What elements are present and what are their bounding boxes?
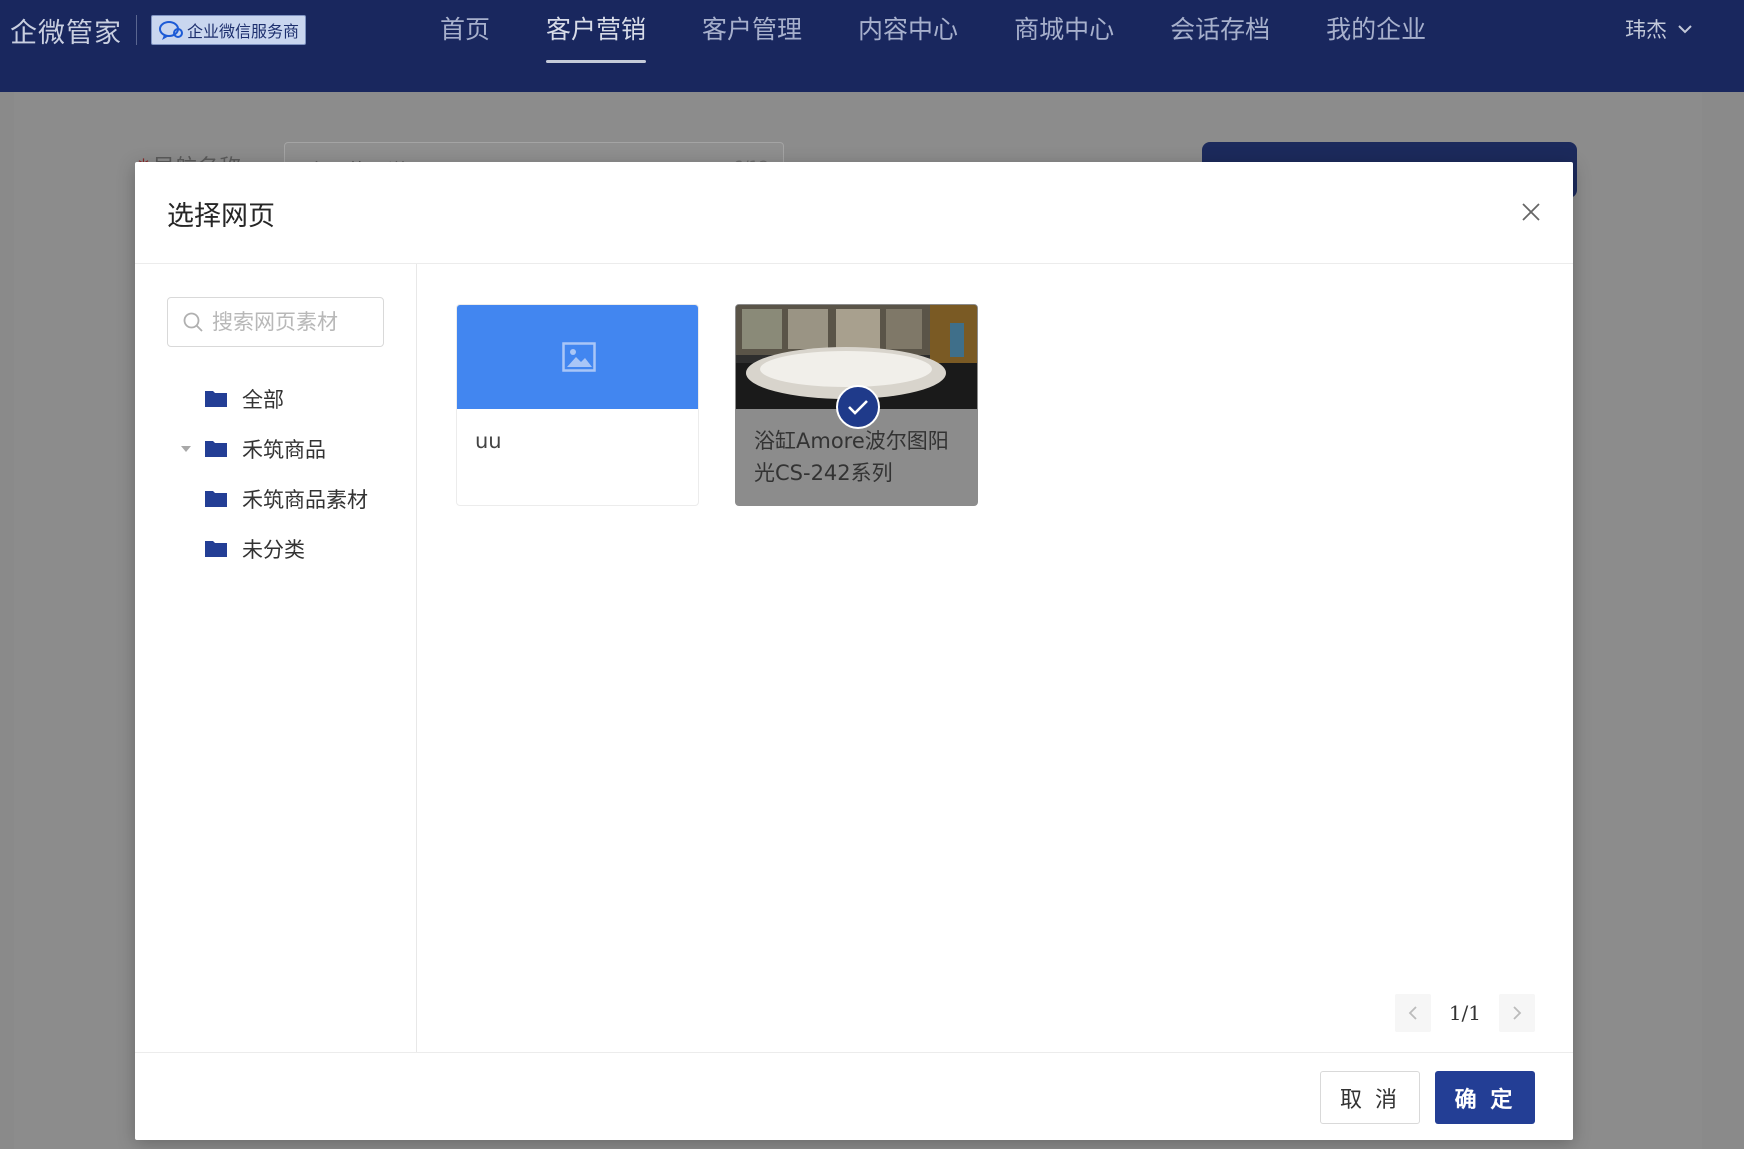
card-thumbnail bbox=[457, 305, 698, 409]
caret-down-icon[interactable] bbox=[180, 444, 192, 454]
nav-item-home[interactable]: 首页 bbox=[440, 0, 490, 63]
tree-item-label: 禾筑商品素材 bbox=[242, 488, 368, 512]
search-input[interactable] bbox=[212, 310, 382, 334]
tree-item-uncategorized[interactable]: 未分类 bbox=[135, 524, 417, 574]
dialog-title: 选择网页 bbox=[167, 201, 275, 232]
nav-item-mall-center[interactable]: 商城中心 bbox=[1014, 0, 1114, 63]
selected-check-icon bbox=[836, 385, 880, 429]
top-nav-bar: 企微管家 企业微信服务商 首页 客户营销 客户管理 内容中心 商城中心 会话存档… bbox=[0, 0, 1744, 92]
webpage-grid: uu 浴缸Amore波尔图阳光CS-242系列 1/1 bbox=[418, 264, 1573, 1052]
nav-item-customer-marketing[interactable]: 客户营销 bbox=[546, 0, 647, 63]
tree-item-hezhu-product-materials[interactable]: 禾筑商品素材 bbox=[135, 474, 417, 524]
image-placeholder-icon bbox=[561, 342, 596, 372]
search-icon bbox=[183, 312, 203, 332]
prev-page-button[interactable] bbox=[1394, 994, 1431, 1032]
folder-icon bbox=[205, 391, 227, 407]
confirm-button[interactable]: 确 定 bbox=[1435, 1071, 1535, 1124]
folder-sidebar: 全部 禾筑商品 禾筑商品素材 未分类 bbox=[135, 264, 417, 1052]
brand-divider bbox=[136, 15, 137, 45]
brand-name: 企微管家 bbox=[10, 17, 122, 49]
tree-item-label: 禾筑商品 bbox=[242, 438, 326, 462]
nav-item-session-archive[interactable]: 会话存档 bbox=[1170, 0, 1270, 63]
user-menu[interactable]: 玮杰 bbox=[1625, 12, 1693, 46]
card-title: uu bbox=[475, 429, 502, 453]
main-nav: 首页 客户营销 客户管理 内容中心 商城中心 会话存档 我的企业 bbox=[440, 0, 1482, 92]
badge-label: 企业微信服务商 bbox=[187, 22, 300, 41]
webpage-card[interactable]: uu bbox=[456, 304, 699, 506]
folder-icon bbox=[205, 491, 227, 507]
tree-item-hezhu-products[interactable]: 禾筑商品 bbox=[135, 424, 417, 474]
brand[interactable]: 企微管家 企业微信服务商 bbox=[10, 12, 307, 49]
next-page-button[interactable] bbox=[1499, 994, 1535, 1032]
select-webpage-dialog: 选择网页 全部 bbox=[135, 162, 1573, 1140]
close-icon bbox=[1522, 203, 1540, 221]
folder-icon bbox=[205, 441, 227, 457]
nav-item-customer-management[interactable]: 客户管理 bbox=[702, 0, 802, 63]
page-indicator: 1/1 bbox=[1448, 1001, 1481, 1025]
tree-item-label: 未分类 bbox=[242, 538, 305, 562]
webpage-card-selected[interactable]: 浴缸Amore波尔图阳光CS-242系列 bbox=[735, 304, 978, 506]
tree-item-label: 全部 bbox=[242, 388, 284, 412]
chevron-down-icon bbox=[1678, 25, 1692, 34]
user-name: 玮杰 bbox=[1625, 18, 1667, 42]
pagination: 1/1 bbox=[1394, 994, 1535, 1032]
close-button[interactable] bbox=[1519, 200, 1543, 224]
nav-item-my-enterprise[interactable]: 我的企业 bbox=[1326, 0, 1426, 63]
tree-item-all[interactable]: 全部 bbox=[135, 374, 417, 424]
chevron-left-icon bbox=[1408, 1006, 1417, 1020]
chevron-right-icon bbox=[1513, 1006, 1522, 1020]
service-provider-badge: 企业微信服务商 bbox=[151, 15, 307, 45]
dialog-footer: 取 消 确 定 bbox=[135, 1052, 1573, 1140]
chat-bubble-icon bbox=[159, 21, 183, 40]
card-title: 浴缸Amore波尔图阳光CS-242系列 bbox=[754, 429, 949, 485]
cancel-button[interactable]: 取 消 bbox=[1320, 1071, 1420, 1124]
search-box[interactable] bbox=[167, 297, 384, 347]
folder-tree: 全部 禾筑商品 禾筑商品素材 未分类 bbox=[135, 374, 417, 574]
nav-item-content-center[interactable]: 内容中心 bbox=[858, 0, 958, 63]
dialog-header: 选择网页 bbox=[135, 162, 1573, 264]
folder-icon bbox=[205, 541, 227, 557]
